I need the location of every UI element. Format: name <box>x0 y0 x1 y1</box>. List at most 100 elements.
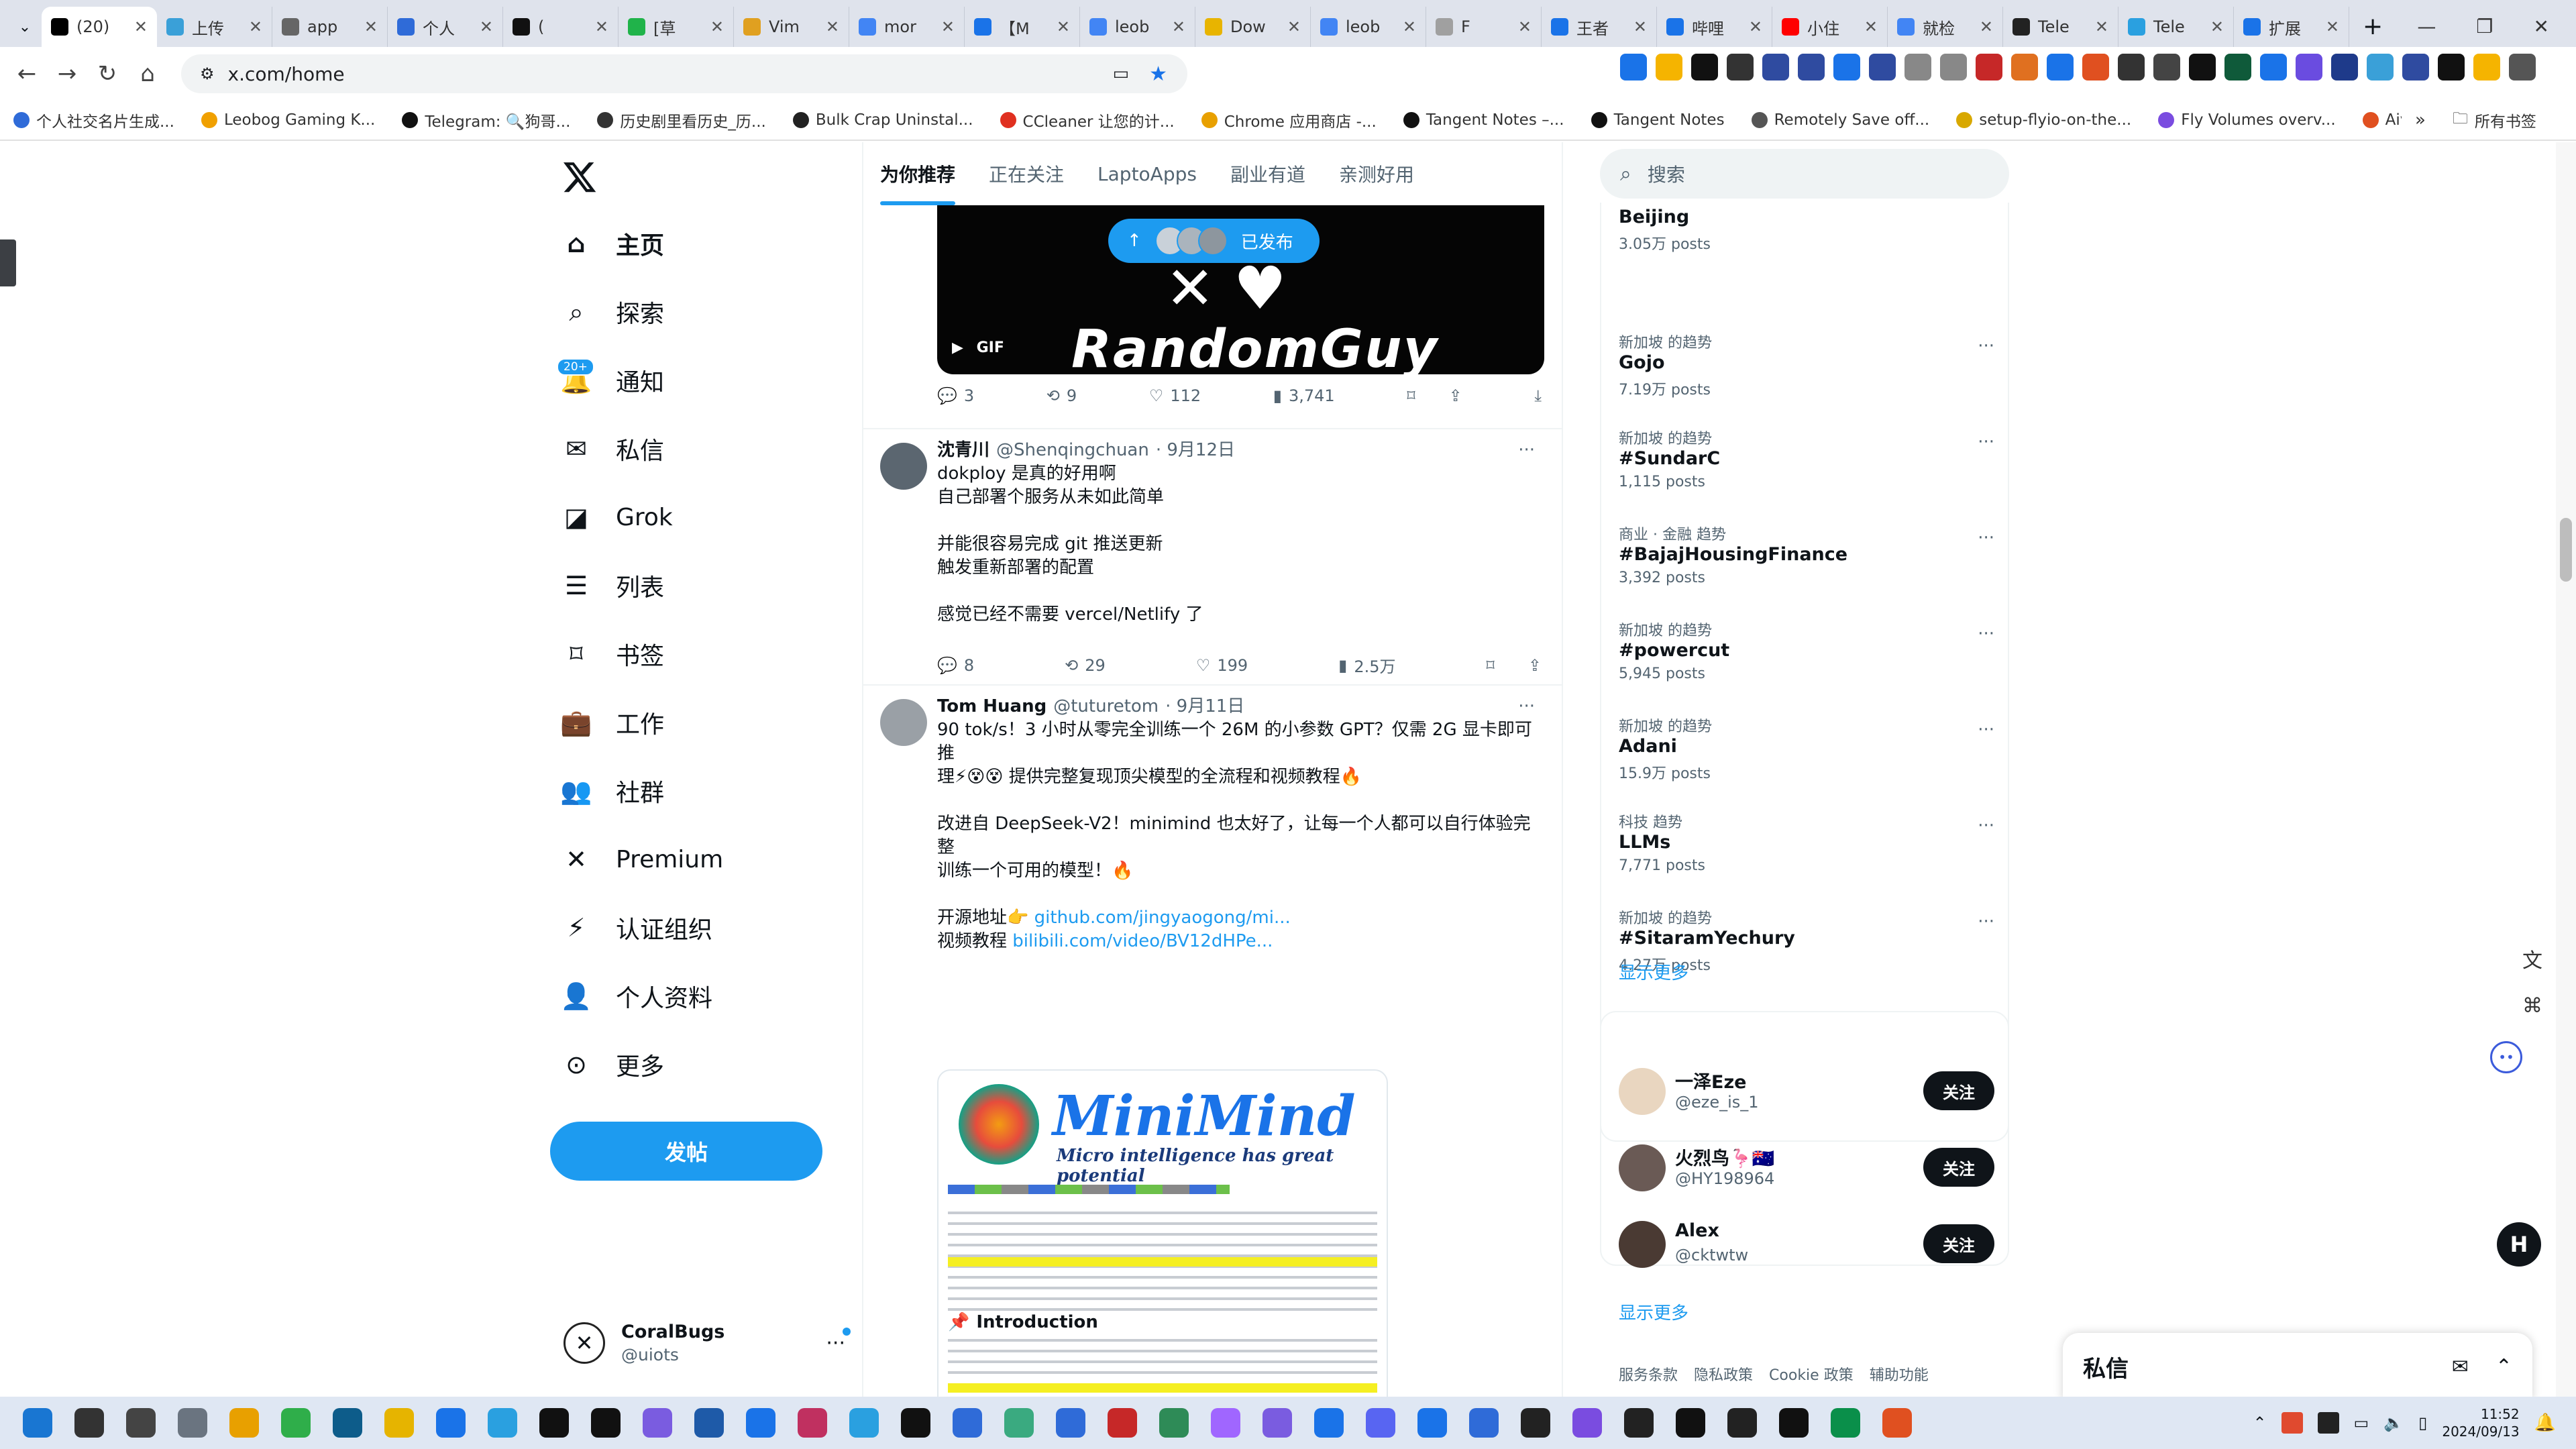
browser-tab[interactable]: 个人 ✕ <box>388 7 503 47</box>
tab-close-icon[interactable]: ✕ <box>702 17 724 36</box>
taskbar-app-icon[interactable] <box>1676 1408 1705 1438</box>
extension-icon[interactable] <box>2047 54 2074 80</box>
bookmark-item[interactable]: Aiven Plans and P... <box>2362 111 2402 129</box>
taskbar-app-icon[interactable] <box>488 1408 517 1438</box>
who-to-follow-item[interactable]: Alex @cktwtw 关注 <box>1619 1211 1994 1278</box>
trend-item[interactable]: 新加坡 的趋势 ··· #SundarC 1,115 posts <box>1619 427 1994 490</box>
bookmark-item[interactable]: 个人社交名片生成... <box>13 109 174 131</box>
bookmark-item[interactable]: Telegram: 🔍狗哥... <box>402 109 570 131</box>
timeline-tab[interactable]: 亲测好用 <box>1322 142 1431 205</box>
bookmark-star-icon[interactable]: ★ <box>1149 62 1167 86</box>
bookmark-item[interactable]: CCleaner 让您的计... <box>1000 109 1175 131</box>
extension-icon[interactable] <box>1762 54 1789 80</box>
taskbar-app-icon[interactable] <box>849 1408 879 1438</box>
new-tab-button[interactable]: + <box>2349 13 2396 40</box>
browser-tab[interactable]: app ✕ <box>272 7 388 47</box>
taskbar-app-icon[interactable] <box>126 1408 156 1438</box>
tweet-date[interactable]: · 9月12日 <box>1156 439 1235 462</box>
browser-tab[interactable]: 上传 ✕ <box>157 7 272 47</box>
trend-item[interactable]: 新加坡 的趋势 ··· Adani 15.9万 posts <box>1619 714 1994 783</box>
follow-button[interactable]: 关注 <box>1923 1148 1994 1187</box>
trend-more-icon[interactable]: ··· <box>1978 528 1994 548</box>
tweet-gif[interactable]: ✕ ♥ RandomGuy ▶ GIF ↑ 已发布 💬 3 ⟲ 9 ♡ 112 ▮ 3,… <box>863 205 1562 429</box>
browser-tab[interactable]: 哔哩 ✕ <box>1657 7 1772 47</box>
like-button[interactable]: ♡ 199 <box>1196 653 1248 677</box>
close-window-button[interactable]: ✕ <box>2534 15 2549 38</box>
tab-close-icon[interactable]: ✕ <box>126 17 148 36</box>
trend-more-icon[interactable]: ··· <box>1978 912 1994 932</box>
taskbar-app-icon[interactable] <box>23 1408 52 1438</box>
browser-tab[interactable]: mor ✕ <box>849 7 965 47</box>
back-button[interactable]: ← <box>7 54 47 94</box>
tray-chevron-icon[interactable]: ⌃ <box>2253 1413 2266 1432</box>
nav-item-bookmark[interactable]: ⌑ 书签 <box>550 620 845 688</box>
download-button[interactable]: ⤓ <box>1534 386 1542 405</box>
reply-button[interactable]: 💬 3 <box>937 386 974 405</box>
taskbar-app-icon[interactable] <box>384 1408 414 1438</box>
views-button[interactable]: ▮ 2.5万 <box>1338 653 1395 677</box>
nav-item-list[interactable]: ☰ 列表 <box>550 551 845 620</box>
footer-link[interactable]: 辅助功能 <box>1870 1363 1929 1385</box>
tweet[interactable]: Tom Huang @tuturetom · 9月11日 ··· 90 tok/… <box>863 686 1562 1397</box>
nav-item-home[interactable]: ⌂ 主页 <box>550 209 845 278</box>
tweet-author-handle[interactable]: @Shenqingchuan <box>996 439 1149 462</box>
follow-button[interactable]: 关注 <box>1923 1224 1994 1263</box>
taskbar-app-icon[interactable] <box>1159 1408 1189 1438</box>
tab-close-icon[interactable]: ✕ <box>933 17 955 36</box>
taskbar-app-icon[interactable] <box>1882 1408 1912 1438</box>
taskbar-app-icon[interactable] <box>1469 1408 1499 1438</box>
extension-icon[interactable] <box>1869 54 1896 80</box>
restore-button[interactable]: ❐ <box>2476 15 2493 38</box>
browser-tab[interactable]: leob ✕ <box>1080 7 1195 47</box>
timeline-tab[interactable]: 正在关注 <box>972 142 1081 205</box>
tab-close-icon[interactable]: ✕ <box>356 17 378 36</box>
extension-icon[interactable] <box>2189 54 2216 80</box>
taskbar-app-icon[interactable] <box>643 1408 672 1438</box>
taskbar-app-icon[interactable] <box>1108 1408 1137 1438</box>
trends-show-more[interactable]: 显示更多 <box>1619 959 1688 984</box>
browser-tab[interactable]: 扩展 ✕ <box>2234 7 2349 47</box>
avatar[interactable] <box>1619 1068 1666 1115</box>
post-button[interactable]: 发帖 <box>550 1122 822 1181</box>
taskbar-app-icon[interactable] <box>229 1408 259 1438</box>
page-scrollbar[interactable] <box>2556 142 2576 1397</box>
extension-icon[interactable] <box>2331 54 2358 80</box>
scrollbar-thumb[interactable] <box>2560 518 2572 582</box>
share-icon[interactable]: ⇪ <box>1449 386 1462 405</box>
published-pill[interactable]: ↑ 已发布 <box>1108 219 1320 263</box>
tweet-author-name[interactable]: 沈青川 <box>937 439 989 462</box>
translate-icon[interactable]: 文 <box>2522 944 2542 973</box>
bookmark-item[interactable]: 历史剧里看历史_历... <box>597 109 766 131</box>
trend-more-icon[interactable]: ··· <box>1978 816 1994 836</box>
taskbar-app-icon[interactable] <box>1831 1408 1860 1438</box>
taskbar-app-icon[interactable] <box>1572 1408 1602 1438</box>
search-input[interactable]: ⌕ 搜索 <box>1600 149 2009 199</box>
nav-item-community[interactable]: 👥 社群 <box>550 757 845 825</box>
trend-more-icon[interactable]: ··· <box>1978 432 1994 452</box>
trend-item[interactable]: 科技 趋势 ··· LLMs 7,771 posts <box>1619 810 1994 874</box>
tweet-more-icon[interactable]: ··· <box>1518 439 1535 462</box>
tray-app-icon[interactable] <box>2317 1412 2339 1434</box>
trend-more-icon[interactable]: ··· <box>1978 624 1994 644</box>
tab-close-icon[interactable]: ✕ <box>587 17 608 36</box>
extension-icon[interactable] <box>1691 54 1718 80</box>
retweet-button[interactable]: ⟲ 9 <box>1046 386 1077 405</box>
trend-item[interactable]: 新加坡 的趋势 ··· Gojo 7.19万 posts <box>1619 331 1994 399</box>
taskbar-app-icon[interactable] <box>333 1408 362 1438</box>
account-switcher[interactable]: ✕ CoralBugs @uiots ··· <box>564 1309 851 1377</box>
taskbar-app-icon[interactable] <box>694 1408 724 1438</box>
tab-search-button[interactable]: ⌄ <box>8 10 42 44</box>
retweet-button[interactable]: ⟲ 29 <box>1065 653 1106 677</box>
browser-tab[interactable]: 【M ✕ <box>965 7 1080 47</box>
dm-drawer[interactable]: 私信 ✉ ⌃ <box>2063 1333 2532 1397</box>
tweet-more-icon[interactable]: ··· <box>1518 695 1535 718</box>
extension-icon[interactable] <box>1976 54 2002 80</box>
browser-tab[interactable]: Vim ✕ <box>734 7 849 47</box>
browser-tab[interactable]: [草 ✕ <box>619 7 734 47</box>
cast-icon[interactable]: ▭ <box>1113 64 1130 84</box>
extension-icon[interactable] <box>2509 54 2536 80</box>
minimize-button[interactable]: — <box>2417 15 2436 38</box>
footer-link[interactable]: Cookie 政策 <box>1769 1363 1854 1385</box>
extension-icon[interactable] <box>2011 54 2038 80</box>
side-panel-handle[interactable] <box>0 239 16 286</box>
